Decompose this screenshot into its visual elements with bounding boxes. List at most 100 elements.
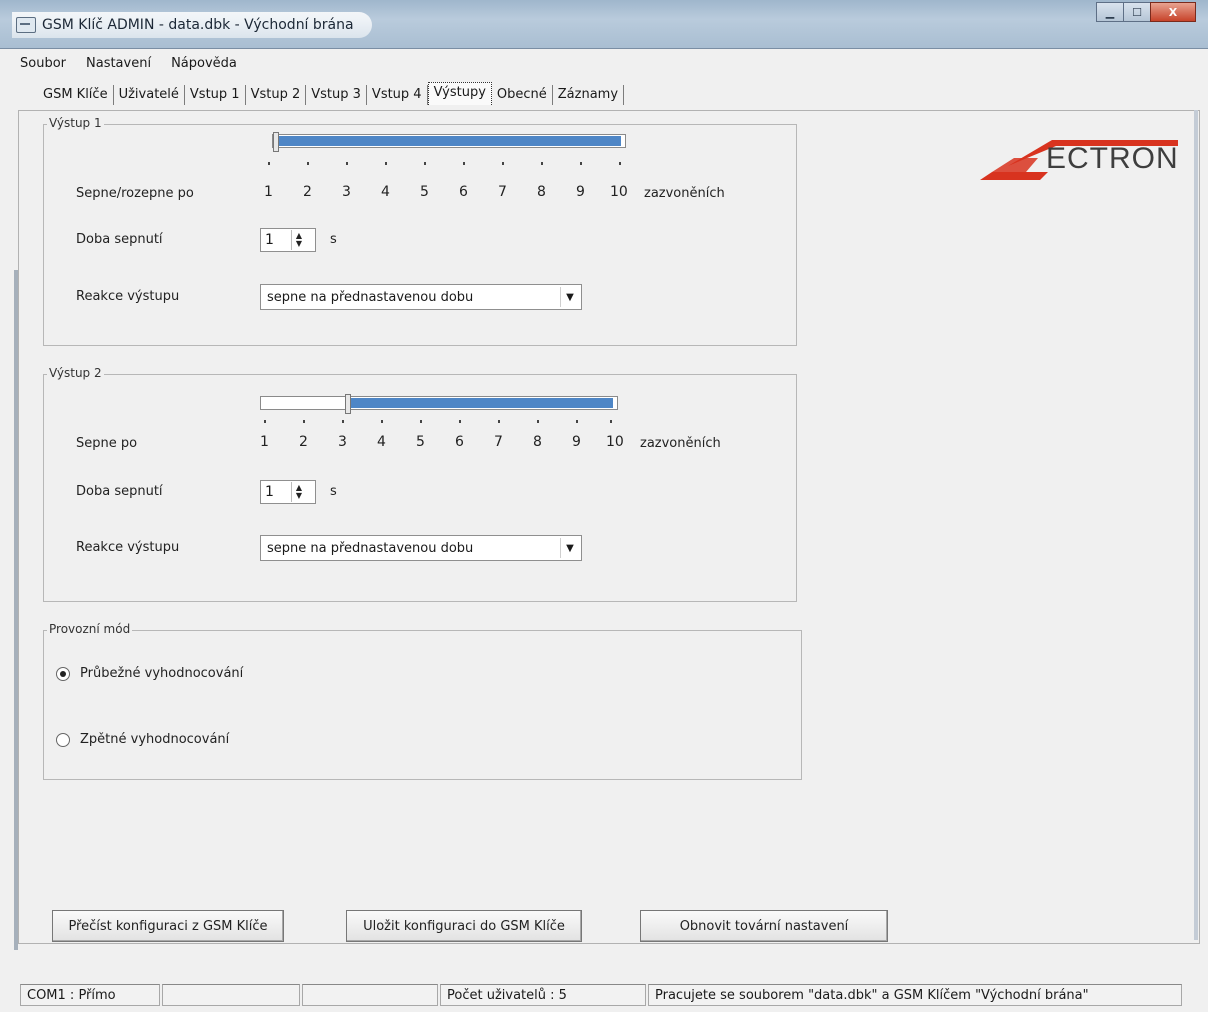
status-bar: COM1 : Přímo Počet uživatelů : 5 Pracuje… [20, 984, 1200, 1008]
read-config-button[interactable]: Přečíst konfiguraci z GSM Klíče [52, 910, 284, 942]
radio-retro[interactable] [56, 732, 70, 747]
output2-scale-3: 3 [338, 434, 347, 450]
sectron-logo: ECTRON [978, 136, 1178, 184]
tick [424, 162, 426, 165]
output1-scale-3: 3 [342, 184, 351, 200]
tick [303, 420, 305, 423]
output2-duration-label: Doba sepnutí [76, 484, 163, 499]
output1-scale-8: 8 [537, 184, 546, 200]
tab-vstup-1[interactable]: Vstup 1 [185, 85, 246, 105]
output2-slider-fill [349, 398, 613, 408]
output1-scale-2: 2 [303, 184, 312, 200]
tab-vystupy[interactable]: Výstupy [427, 81, 492, 105]
output1-reaction-label: Reakce výstupu [76, 289, 180, 304]
output1-scale-9: 9 [576, 184, 585, 200]
mode-legend: Provozní mód [47, 622, 133, 636]
scrollbar[interactable] [1194, 110, 1198, 940]
output2-duration-value[interactable]: 1 [261, 484, 291, 500]
tick [619, 162, 621, 165]
tick [610, 420, 612, 423]
dropdown-arrow-icon[interactable]: ▼ [560, 287, 579, 307]
menu-nastaveni[interactable]: Nastavení [86, 56, 151, 71]
menu-bar: Soubor Nastavení Nápověda [20, 52, 237, 74]
logo-text: ECTRON [1046, 142, 1179, 175]
tick [342, 420, 344, 423]
close-button[interactable]: X [1150, 2, 1196, 22]
tick [537, 420, 539, 423]
mode-option-retro-label: Zpětné vyhodnocování [80, 732, 230, 747]
tick [307, 162, 309, 165]
tick [268, 162, 270, 165]
tick [420, 420, 422, 423]
factory-reset-button[interactable]: Obnovit tovární nastavení [640, 910, 888, 942]
tick [463, 162, 465, 165]
minimize-button[interactable]: ▁ [1096, 2, 1124, 22]
mode-option-retro[interactable]: Zpětné vyhodnocování [56, 732, 229, 747]
tab-obecne[interactable]: Obecné [492, 85, 553, 105]
output1-reaction-value: sepne na přednastavenou dobu [267, 289, 474, 305]
dropdown-arrow-icon[interactable]: ▼ [560, 538, 579, 558]
tab-uzivatele[interactable]: Uživatelé [114, 85, 185, 105]
output2-reaction-select[interactable]: sepne na přednastavenou dobu ▼ [260, 535, 582, 561]
mode-option-continuous[interactable]: Průbežné vyhodnocování [56, 666, 243, 681]
output1-scale-4: 4 [381, 184, 390, 200]
output2-reaction-label: Reakce výstupu [76, 540, 180, 555]
output2-legend: Výstup 2 [47, 366, 104, 380]
output1-duration-unit: s [330, 232, 337, 247]
tick [580, 162, 582, 165]
output2-ticks [264, 420, 624, 424]
tab-vstup-3[interactable]: Vstup 3 [306, 85, 367, 105]
spinner-arrows-icon[interactable]: ▲ ▼ [291, 482, 306, 502]
output2-scale-2: 2 [299, 434, 308, 450]
output1-slider-fill [277, 136, 621, 146]
output1-reaction-select[interactable]: sepne na přednastavenou dobu ▼ [260, 284, 582, 310]
output1-slider[interactable] [272, 132, 626, 152]
output2-duration-spinner[interactable]: 1 ▲ ▼ [260, 480, 316, 504]
status-message: Pracujete se souborem "data.dbk" a GSM K… [648, 984, 1182, 1006]
tab-zaznamy[interactable]: Záznamy [553, 85, 625, 105]
output2-scale-9: 9 [572, 434, 581, 450]
output1-unit: zazvoněních [644, 186, 725, 201]
tick [459, 420, 461, 423]
output1-ticks [268, 162, 628, 166]
title-bar: GSM Klíč ADMIN - data.dbk - Východní brá… [0, 0, 1208, 49]
window-title: GSM Klíč ADMIN - data.dbk - Východní brá… [42, 17, 354, 33]
save-config-button[interactable]: Uložit konfiguraci do GSM Klíče [346, 910, 582, 942]
output1-slider-label: Sepne/rozepne po [76, 186, 194, 201]
output2-scale-10: 10 [606, 434, 624, 450]
status-users: Počet uživatelů : 5 [440, 984, 646, 1006]
status-empty-2 [302, 984, 438, 1006]
window-controls: ▁ ☐ X [1096, 2, 1196, 22]
spinner-arrows-icon[interactable]: ▲ ▼ [291, 230, 306, 250]
tab-vstup-2[interactable]: Vstup 2 [246, 85, 307, 105]
output2-scale-7: 7 [494, 434, 503, 450]
tick [498, 420, 500, 423]
tick [385, 162, 387, 165]
output2-slider-thumb[interactable] [345, 394, 351, 414]
mode-option-continuous-label: Průbežné vyhodnocování [80, 666, 244, 681]
output2-slider[interactable] [260, 394, 618, 414]
output2-unit: zazvoněních [640, 436, 721, 451]
output1-duration-spinner[interactable]: 1 ▲ ▼ [260, 228, 316, 252]
maximize-button[interactable]: ☐ [1123, 2, 1151, 22]
tick [381, 420, 383, 423]
output1-duration-value[interactable]: 1 [261, 232, 291, 248]
radio-continuous[interactable] [56, 666, 70, 681]
mode-group [43, 630, 802, 780]
tick [541, 162, 543, 165]
status-empty-1 [162, 984, 300, 1006]
menu-soubor[interactable]: Soubor [20, 56, 66, 71]
tab-gsm-klice[interactable]: GSM Klíče [38, 85, 114, 105]
tick [264, 420, 266, 423]
output2-slider-label: Sepne po [76, 436, 138, 451]
output1-legend: Výstup 1 [47, 116, 104, 130]
title-container: GSM Klíč ADMIN - data.dbk - Východní brá… [12, 12, 372, 38]
tab-vstup-4[interactable]: Vstup 4 [367, 85, 428, 105]
app-icon [16, 17, 36, 33]
output1-duration-label: Doba sepnutí [76, 232, 163, 247]
output1-slider-thumb[interactable] [273, 132, 279, 152]
output2-scale-6: 6 [455, 434, 464, 450]
output1-scale-7: 7 [498, 184, 507, 200]
menu-napoveda[interactable]: Nápověda [171, 56, 237, 71]
tick [576, 420, 578, 423]
